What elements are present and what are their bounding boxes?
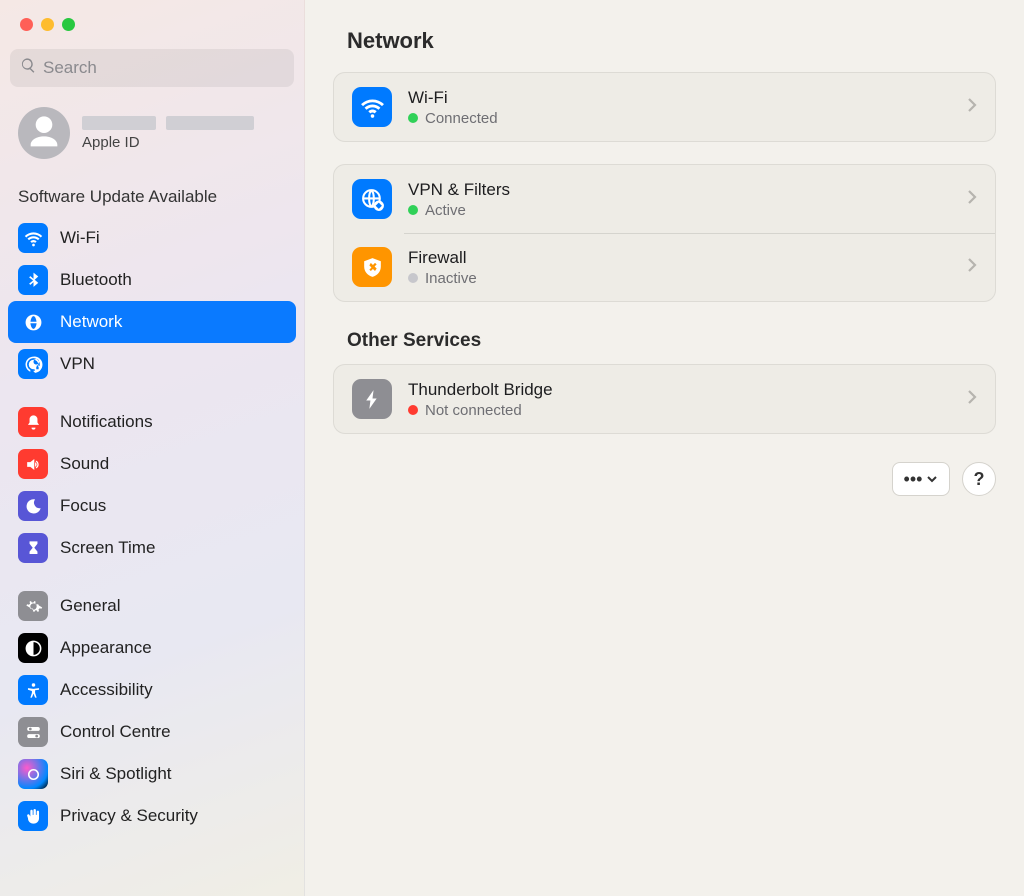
status-dot xyxy=(408,273,418,283)
sidebar-item-vpn[interactable]: VPN xyxy=(8,343,296,385)
sidebar-item-label: Network xyxy=(60,312,122,332)
chevron-right-icon xyxy=(967,257,977,278)
sidebar-item-label: Focus xyxy=(60,496,106,516)
hand-icon xyxy=(18,801,48,831)
row-status: Connected xyxy=(425,110,498,127)
thunderbolt-icon xyxy=(352,379,392,419)
sidebar-item-privacy-security[interactable]: Privacy & Security xyxy=(8,795,296,837)
sidebar-nav: Wi-Fi Bluetooth Network VPN Notif xyxy=(0,213,304,841)
ellipsis-icon: ••• xyxy=(904,469,923,490)
close-window-button[interactable] xyxy=(20,18,33,31)
search-icon xyxy=(20,57,37,79)
search-input[interactable] xyxy=(43,58,284,78)
sidebar-item-label: General xyxy=(60,596,120,616)
sidebar-item-label: Appearance xyxy=(60,638,152,658)
sound-icon xyxy=(18,449,48,479)
avatar xyxy=(18,107,70,159)
sidebar-item-label: Screen Time xyxy=(60,538,155,558)
hourglass-icon xyxy=(18,533,48,563)
window-controls xyxy=(0,0,304,31)
row-wifi[interactable]: Wi-Fi Connected xyxy=(334,73,995,141)
chevron-down-icon xyxy=(926,473,938,485)
sidebar-item-label: Bluetooth xyxy=(60,270,132,290)
sidebar-item-label: Wi-Fi xyxy=(60,228,100,248)
help-button[interactable]: ? xyxy=(962,462,996,496)
sidebar-item-accessibility[interactable]: Accessibility xyxy=(8,669,296,711)
sidebar-item-control-centre[interactable]: Control Centre xyxy=(8,711,296,753)
row-vpn-filters[interactable]: VPN & Filters Active xyxy=(334,165,995,233)
more-menu-button[interactable]: ••• xyxy=(892,462,950,496)
sidebar-item-general[interactable]: General xyxy=(8,585,296,627)
footer-controls: ••• ? xyxy=(305,456,1024,496)
globe-icon xyxy=(18,307,48,337)
row-firewall[interactable]: Firewall Inactive xyxy=(334,233,995,301)
chevron-right-icon xyxy=(967,97,977,118)
row-status: Inactive xyxy=(425,270,477,287)
sidebar-item-label: Accessibility xyxy=(60,680,153,700)
row-title: Wi-Fi xyxy=(408,88,951,108)
status-dot xyxy=(408,405,418,415)
status-dot xyxy=(408,113,418,123)
chevron-right-icon xyxy=(967,189,977,210)
sidebar-item-label: Siri & Spotlight xyxy=(60,764,172,784)
sidebar-item-appearance[interactable]: Appearance xyxy=(8,627,296,669)
gear-icon xyxy=(18,591,48,621)
sidebar-item-label: Privacy & Security xyxy=(60,806,198,826)
vpn-filters-icon xyxy=(352,179,392,219)
update-notice[interactable]: Software Update Available xyxy=(0,169,304,213)
control-centre-icon xyxy=(18,717,48,747)
row-thunderbolt-bridge[interactable]: Thunderbolt Bridge Not connected xyxy=(334,365,995,433)
other-services-heading: Other Services xyxy=(305,324,1024,364)
wifi-icon xyxy=(18,223,48,253)
chevron-right-icon xyxy=(967,389,977,410)
sidebar-item-network[interactable]: Network xyxy=(8,301,296,343)
account-text: Apple ID xyxy=(82,116,254,151)
row-status: Not connected xyxy=(425,402,522,419)
sidebar-item-notifications[interactable]: Notifications xyxy=(8,401,296,443)
accessibility-icon xyxy=(18,675,48,705)
bell-icon xyxy=(18,407,48,437)
account-subtitle: Apple ID xyxy=(82,134,254,151)
sidebar-item-label: Control Centre xyxy=(60,722,171,742)
account-name-redacted xyxy=(166,116,254,130)
firewall-icon xyxy=(352,247,392,287)
wifi-icon xyxy=(352,87,392,127)
search-field[interactable] xyxy=(10,49,294,87)
siri-icon xyxy=(18,759,48,789)
network-extra-group: VPN & Filters Active Firewall Inactive xyxy=(333,164,996,302)
minimize-window-button[interactable] xyxy=(41,18,54,31)
sidebar-item-screen-time[interactable]: Screen Time xyxy=(8,527,296,569)
sidebar-item-wifi[interactable]: Wi-Fi xyxy=(8,217,296,259)
sidebar-item-siri-spotlight[interactable]: Siri & Spotlight xyxy=(8,753,296,795)
sidebar-item-bluetooth[interactable]: Bluetooth xyxy=(8,259,296,301)
account-name-redacted xyxy=(82,116,156,130)
sidebar: Apple ID Software Update Available Wi-Fi… xyxy=(0,0,305,896)
page-title: Network xyxy=(305,0,1024,72)
other-services-group: Thunderbolt Bridge Not connected xyxy=(333,364,996,434)
sidebar-item-sound[interactable]: Sound xyxy=(8,443,296,485)
account-row[interactable]: Apple ID xyxy=(0,99,304,169)
row-title: VPN & Filters xyxy=(408,180,951,200)
status-dot xyxy=(408,205,418,215)
sidebar-item-label: Sound xyxy=(60,454,109,474)
sidebar-item-label: Notifications xyxy=(60,412,153,432)
main-pane: Network Wi-Fi Connected VPN & Filters xyxy=(305,0,1024,896)
row-title: Thunderbolt Bridge xyxy=(408,380,951,400)
row-status: Active xyxy=(425,202,466,219)
row-title: Firewall xyxy=(408,248,951,268)
help-icon: ? xyxy=(974,469,985,490)
zoom-window-button[interactable] xyxy=(62,18,75,31)
sidebar-item-focus[interactable]: Focus xyxy=(8,485,296,527)
bluetooth-icon xyxy=(18,265,48,295)
moon-icon xyxy=(18,491,48,521)
appearance-icon xyxy=(18,633,48,663)
sidebar-item-label: VPN xyxy=(60,354,95,374)
network-services-group: Wi-Fi Connected xyxy=(333,72,996,142)
vpn-icon xyxy=(18,349,48,379)
